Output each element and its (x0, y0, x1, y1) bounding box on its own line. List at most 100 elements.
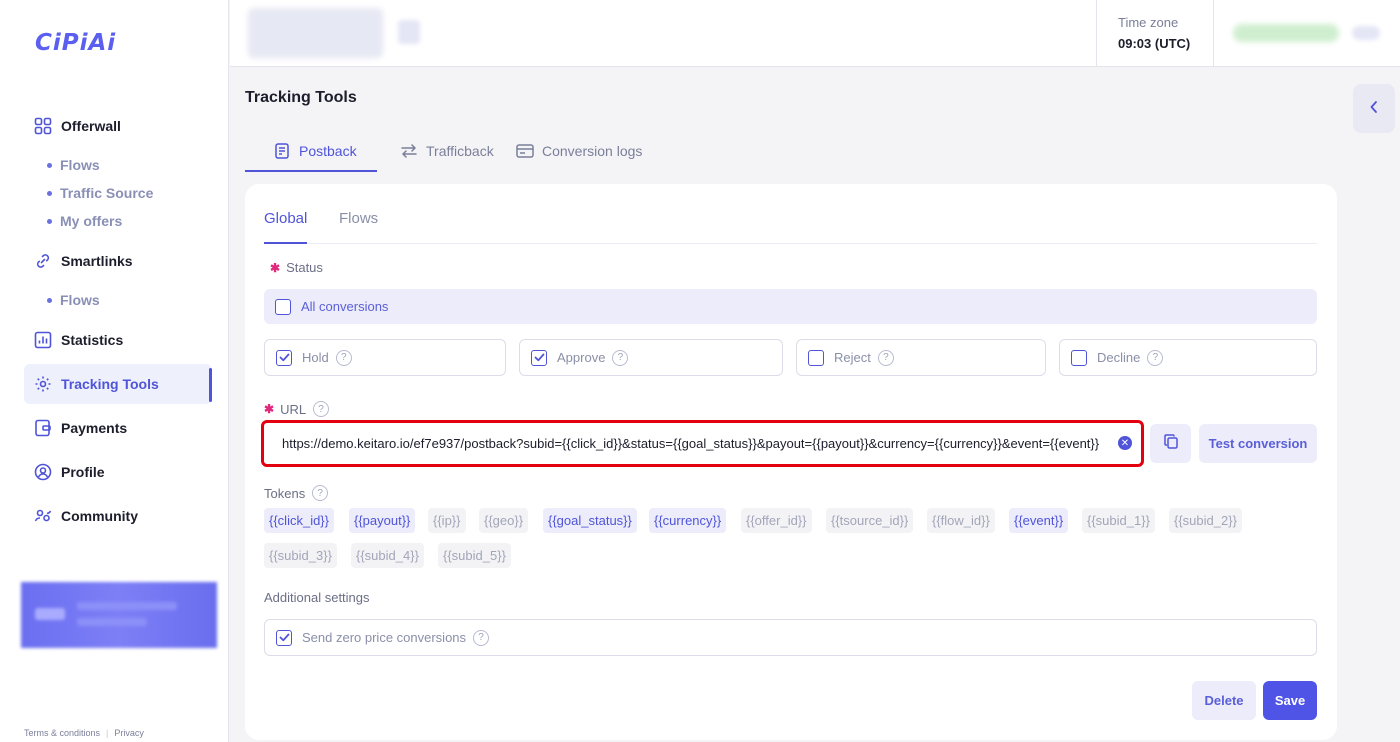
status-label-text: Status (286, 260, 323, 275)
blurred-balance (1233, 24, 1339, 42)
token-chip[interactable]: {{event}} (1009, 508, 1069, 533)
token-chip[interactable]: {{click_id}} (264, 508, 334, 533)
tab-trafficback[interactable]: Trafficback (400, 132, 494, 170)
subitem-label: My offers (60, 213, 123, 229)
token-chip[interactable]: {{offer_id}} (741, 508, 812, 533)
wallet-icon (34, 419, 52, 437)
sidebar-subitem-smartlinks-flows[interactable]: Flows (47, 290, 100, 310)
send-zero-price-checkbox[interactable]: Send zero price conversions ? (264, 619, 1317, 656)
community-icon (34, 507, 52, 525)
chart-icon (34, 331, 52, 349)
help-icon[interactable]: ? (877, 349, 894, 366)
sidebar-item-offerwall[interactable]: Offerwall (24, 106, 212, 146)
footer-links: Terms & conditions | Privacy (24, 728, 144, 738)
token-chip[interactable]: {{subid_1}} (1082, 508, 1155, 533)
sidebar-item-label: Community (61, 508, 138, 524)
tab-label: Postback (299, 143, 357, 159)
sidebar-item-statistics[interactable]: Statistics (24, 320, 212, 360)
sidebar-item-tracking-tools[interactable]: Tracking Tools (24, 364, 212, 404)
url-label: ✱ URL ? (264, 401, 330, 417)
postback-settings-card: Global Flows ✱ Status All conversions Ho… (245, 184, 1337, 740)
token-chip[interactable]: {{geo}} (479, 508, 529, 533)
bullet-icon (47, 297, 52, 303)
token-chip[interactable]: {{goal_status}} (543, 508, 637, 533)
token-chip[interactable]: {{subid_3}} (264, 543, 337, 568)
delete-button[interactable]: Delete (1192, 681, 1256, 720)
help-icon[interactable]: ? (335, 349, 352, 366)
promo-banner[interactable] (21, 582, 217, 648)
all-conversions-checkbox[interactable]: All conversions (264, 289, 1317, 324)
bullet-icon (47, 162, 52, 168)
sidebar-item-label: Statistics (61, 332, 124, 348)
checkbox-label: All conversions (301, 299, 389, 314)
url-field-highlight: ✕ (261, 420, 1144, 467)
checkbox-label: Decline (1097, 350, 1141, 365)
test-conversion-button[interactable]: Test conversion (1199, 424, 1317, 463)
checkbox-label: Approve (557, 350, 606, 365)
brand-logo[interactable]: CiPiAi (35, 30, 116, 56)
sidebar-subitem-my-offers[interactable]: My offers (47, 211, 122, 231)
grid-icon (34, 117, 52, 135)
token-chip[interactable]: {{payout}} (349, 508, 416, 533)
status-approve-checkbox[interactable]: Approve ? (519, 339, 783, 376)
scope-subtabs: Global Flows (264, 204, 1317, 244)
checkbox-label: Reject (834, 350, 871, 365)
additional-settings-label: Additional settings (264, 590, 370, 605)
token-chip[interactable]: {{flow_id}} (927, 508, 995, 533)
token-chip[interactable]: {{currency}} (649, 508, 727, 533)
token-chip[interactable]: {{subid_4}} (351, 543, 424, 568)
footer-separator: | (106, 728, 109, 738)
sidebar-item-smartlinks[interactable]: Smartlinks (24, 241, 212, 281)
terms-link[interactable]: Terms & conditions (24, 728, 100, 738)
timezone-widget: Time zone 09:03 (UTC) (1096, 0, 1214, 66)
link-icon (34, 252, 52, 270)
timezone-label: Time zone (1118, 15, 1179, 30)
tab-label: Trafficback (426, 143, 494, 159)
collapse-panel-button[interactable] (1353, 84, 1395, 133)
help-icon[interactable]: ? (473, 629, 490, 646)
help-icon[interactable]: ? (313, 401, 330, 417)
subitem-label: Flows (60, 157, 100, 173)
required-marker: ✱ (264, 402, 275, 416)
sidebar-item-label: Smartlinks (61, 253, 133, 269)
blurred-account-info (248, 8, 383, 58)
sidebar-item-payments[interactable]: Payments (24, 408, 212, 448)
help-icon[interactable]: ? (612, 349, 629, 366)
copy-url-button[interactable] (1150, 424, 1191, 463)
sidebar-item-community[interactable]: Community (24, 496, 212, 536)
token-chip[interactable]: {{subid_2}} (1169, 508, 1242, 533)
sidebar-item-profile[interactable]: Profile (24, 452, 212, 492)
subtab-global[interactable]: Global (264, 210, 307, 227)
help-icon[interactable]: ? (1147, 349, 1164, 366)
save-button[interactable]: Save (1263, 681, 1317, 720)
checkbox-checked-icon (531, 349, 547, 366)
token-chip[interactable]: {{ip}} (428, 508, 466, 533)
sidebar-item-label: Tracking Tools (61, 376, 159, 392)
bullet-icon (47, 190, 52, 196)
status-decline-checkbox[interactable]: Decline ? (1059, 339, 1317, 376)
sidebar-subitem-offerwall-flows[interactable]: Flows (47, 155, 100, 175)
sidebar-subitem-traffic-source[interactable]: Traffic Source (47, 183, 153, 203)
token-chip[interactable]: {{tsource_id}} (826, 508, 914, 533)
required-marker: ✱ (270, 260, 281, 275)
blurred-badge (398, 20, 420, 44)
status-hold-checkbox[interactable]: Hold ? (264, 339, 506, 376)
clear-icon[interactable]: ✕ (1118, 436, 1132, 450)
tab-postback[interactable]: Postback (273, 132, 357, 170)
copy-icon (1163, 433, 1178, 454)
checkbox-checked-icon (276, 629, 292, 646)
tab-conversion-logs[interactable]: Conversion logs (516, 132, 642, 170)
status-reject-checkbox[interactable]: Reject ? (796, 339, 1046, 376)
bullet-icon (47, 218, 52, 224)
active-tab-indicator (245, 170, 377, 172)
card-icon (516, 142, 534, 160)
subtab-flows[interactable]: Flows (339, 210, 378, 227)
blurred-user-menu[interactable] (1352, 26, 1380, 40)
help-icon[interactable]: ? (312, 485, 329, 501)
postback-url-input[interactable] (282, 431, 1112, 455)
token-chip[interactable]: {{subid_5}} (438, 543, 511, 568)
checkbox-label: Send zero price conversions (302, 630, 467, 645)
privacy-link[interactable]: Privacy (114, 728, 144, 738)
subitem-label: Flows (60, 292, 100, 308)
sidebar-item-label: Offerwall (61, 118, 121, 134)
